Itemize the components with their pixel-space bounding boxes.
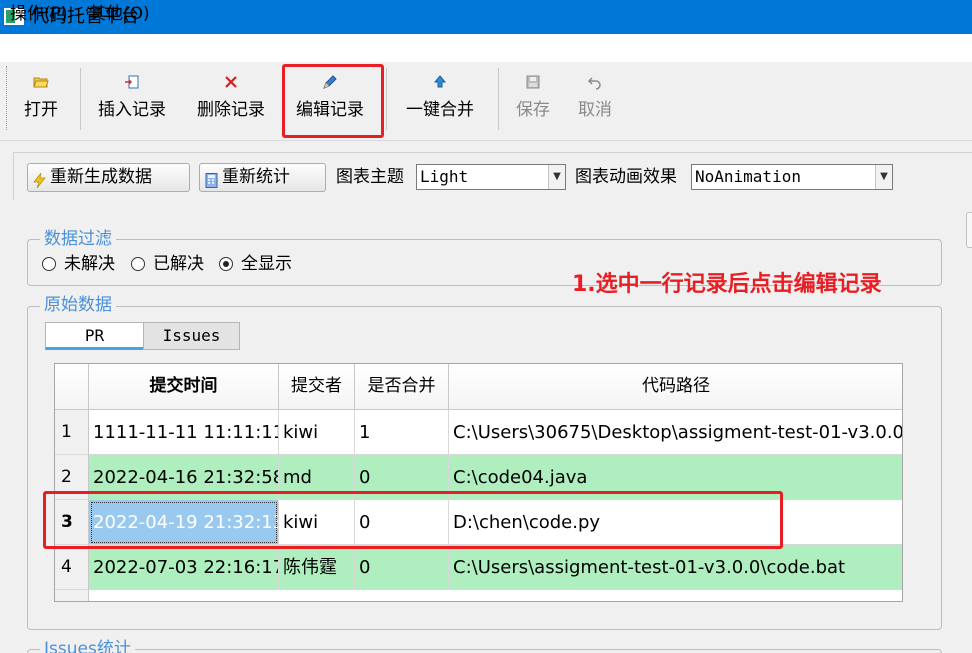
chevron-down-icon[interactable]: ▼	[875, 165, 892, 189]
issues-stats-title: Issues统计	[40, 638, 135, 653]
data-table: 提交时间 提交者 是否合并 代码路径 1 1111-11-11 11:11:11…	[54, 363, 903, 602]
table-cell-path[interactable]: C:\Users\30675\Desktop\assigment-test-01…	[449, 410, 902, 455]
annotation-text: 1.选中一行记录后点击编辑记录	[572, 272, 882, 297]
recount-button[interactable]: 重新统计	[199, 163, 326, 192]
row-number[interactable]: 2	[55, 455, 89, 500]
table-cell-time[interactable]: 1111-11-11 11:11:11	[89, 410, 279, 455]
column-header-time[interactable]: 提交时间	[89, 364, 279, 410]
calculator-icon	[205, 170, 218, 188]
folder-open-icon	[33, 74, 49, 90]
radio-resolved[interactable]: 已解决	[131, 253, 204, 275]
edit-record-label: 编辑记录	[296, 100, 364, 120]
table-cell-author[interactable]: md	[279, 455, 355, 500]
radio-unresolved[interactable]: 未解决	[42, 253, 115, 275]
menu-bar	[0, 34, 972, 62]
row-number[interactable]: 4	[55, 545, 89, 590]
save-label: 保存	[516, 100, 550, 120]
cancel-button[interactable]: 取消	[574, 66, 616, 134]
recount-label: 重新统计	[222, 167, 290, 187]
table-corner[interactable]	[55, 364, 89, 410]
toolbar-separator	[498, 68, 499, 130]
open-button[interactable]: 打开	[18, 66, 64, 134]
table-cell-time[interactable]: 2022-04-16 21:32:58	[89, 455, 279, 500]
chart-theme-value: Light	[420, 167, 469, 186]
chevron-down-icon[interactable]: ▼	[548, 165, 565, 189]
regenerate-data-button[interactable]: 重新生成数据	[27, 163, 190, 192]
toolbar-separator	[386, 68, 387, 130]
menu-operate[interactable]: 操作(P)	[10, 3, 68, 25]
edit-record-button[interactable]: 编辑记录	[292, 66, 368, 134]
table-cell-time-selected[interactable]: 2022-04-19 21:32:13	[89, 500, 279, 545]
column-header-merged[interactable]: 是否合并	[355, 364, 449, 410]
table-cell-author[interactable]: kiwi	[279, 410, 355, 455]
radio-show-all-indicator	[219, 257, 233, 271]
tab-pr[interactable]: PR	[45, 322, 144, 350]
table-cell-time[interactable]: 2022-07-03 22:16:17	[89, 545, 279, 590]
table-cell-merged[interactable]: 0	[355, 500, 449, 545]
chart-animation-label: 图表动画效果	[575, 167, 677, 187]
radio-resolved-label: 已解决	[153, 254, 204, 274]
merge-all-label: 一键合并	[406, 100, 474, 120]
edit-pencil-icon	[322, 74, 338, 90]
filter-group-title: 数据过滤	[40, 228, 116, 250]
delete-record-label: 删除记录	[197, 100, 265, 120]
lightning-icon	[33, 170, 46, 189]
side-panel-tab[interactable]	[966, 212, 972, 248]
chart-theme-select[interactable]: Light ▼	[416, 164, 566, 190]
merge-all-button[interactable]: 一键合并	[402, 66, 478, 134]
raw-data-group-title: 原始数据	[40, 294, 116, 316]
table-cell-merged[interactable]: 0	[355, 455, 449, 500]
open-label: 打开	[24, 100, 58, 120]
row-number[interactable]: 3	[55, 500, 89, 545]
table-cell-path[interactable]: C:\Users\assigment-test-01-v3.0.0\code.b…	[449, 545, 902, 590]
table-cell-author[interactable]: 陈伟霆	[279, 545, 355, 590]
issues-stats-group	[27, 649, 942, 653]
chart-theme-label: 图表主题	[336, 167, 404, 187]
insert-record-icon	[124, 74, 140, 90]
chart-animation-select[interactable]: NoAnimation ▼	[691, 164, 893, 190]
regenerate-data-label: 重新生成数据	[50, 167, 152, 187]
tab-issues[interactable]: Issues	[143, 322, 240, 350]
menu-other[interactable]: 其他(O)	[89, 3, 150, 25]
radio-show-all[interactable]: 全显示	[219, 253, 292, 275]
toolbar-separator	[80, 68, 81, 130]
table-cell-path[interactable]: C:\code04.java	[449, 455, 902, 500]
undo-icon	[587, 74, 603, 90]
delete-x-icon	[223, 74, 239, 90]
table-cell-author[interactable]: kiwi	[279, 500, 355, 545]
row-number[interactable]: 1	[55, 410, 89, 455]
column-header-author[interactable]: 提交者	[279, 364, 355, 410]
save-disk-icon	[525, 74, 541, 90]
radio-unresolved-label: 未解决	[64, 254, 115, 274]
merge-up-arrow-icon	[432, 74, 448, 90]
radio-unresolved-indicator	[42, 257, 56, 271]
insert-record-button[interactable]: 插入记录	[94, 66, 170, 134]
save-button[interactable]: 保存	[512, 66, 554, 134]
toolbar-divider	[0, 140, 972, 141]
chart-animation-value: NoAnimation	[695, 167, 801, 186]
cancel-label: 取消	[578, 100, 612, 120]
column-header-path[interactable]: 代码路径	[449, 364, 902, 410]
toolbar-grip[interactable]	[6, 66, 8, 130]
insert-record-label: 插入记录	[98, 100, 166, 120]
table-cell-merged[interactable]: 0	[355, 545, 449, 590]
delete-record-button[interactable]: 删除记录	[193, 66, 269, 134]
table-cell-path[interactable]: D:\chen\code.py	[449, 500, 902, 545]
radio-resolved-indicator	[131, 257, 145, 271]
radio-show-all-label: 全显示	[241, 254, 292, 274]
table-cell-merged[interactable]: 1	[355, 410, 449, 455]
row-header-filler	[55, 590, 89, 601]
